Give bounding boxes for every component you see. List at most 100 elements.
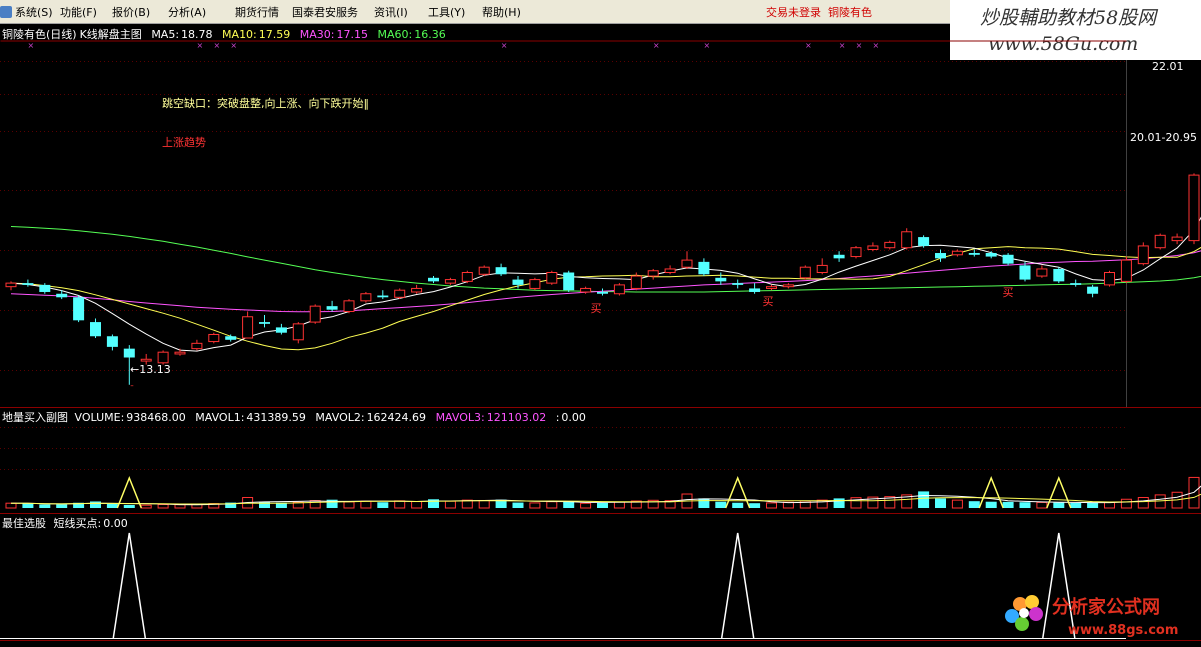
candle-body bbox=[816, 264, 828, 273]
volume-bar bbox=[394, 500, 406, 509]
ma60-label: MA60: bbox=[377, 28, 413, 41]
buy-signal-label-1: 买 bbox=[763, 295, 774, 308]
candle-body bbox=[191, 342, 203, 350]
top-marker: × bbox=[704, 41, 711, 50]
top-marker: × bbox=[197, 41, 204, 50]
volume-bar bbox=[56, 504, 68, 508]
candle-body bbox=[681, 259, 693, 268]
menu-item-label: 报价(B) bbox=[112, 6, 151, 19]
ma30-label: MA30: bbox=[299, 28, 335, 41]
candle-body bbox=[444, 279, 456, 284]
volume-bar bbox=[1137, 497, 1149, 509]
gap-annotation: 跳空缺口：突破盘整,向上涨、向下跌开始‖ bbox=[162, 96, 369, 110]
menu-item-4[interactable]: 期货行情 bbox=[235, 4, 279, 20]
candle-body bbox=[1171, 236, 1183, 242]
candle-body bbox=[1070, 283, 1082, 285]
ma30-value: 17.15 bbox=[336, 28, 368, 41]
candle-body bbox=[833, 254, 845, 259]
ma10-label: MA10: bbox=[222, 28, 257, 41]
candle-body bbox=[968, 253, 980, 255]
volume-bar bbox=[597, 502, 608, 508]
volume-bar bbox=[749, 503, 761, 508]
login-status: 交易未登录 铜陵有色 bbox=[766, 4, 872, 20]
volume-bar bbox=[360, 500, 372, 509]
menu-item-1[interactable]: 功能(F) bbox=[60, 4, 97, 20]
volume-bar bbox=[968, 501, 980, 508]
candle-body bbox=[292, 323, 304, 341]
menu-item-6[interactable]: 资讯(I) bbox=[374, 4, 408, 20]
candle-body bbox=[1036, 268, 1048, 277]
volume-bar bbox=[377, 502, 389, 508]
candle-body bbox=[546, 272, 558, 284]
volume-bar bbox=[563, 501, 575, 508]
signal-spike-1 bbox=[720, 532, 755, 639]
candle-body bbox=[580, 287, 592, 293]
high-price-label: 22.01 bbox=[1152, 60, 1184, 73]
volume-bar bbox=[698, 498, 710, 508]
volume-bar bbox=[833, 498, 845, 508]
candle-body bbox=[90, 322, 101, 337]
ma60-value: 16.36 bbox=[414, 28, 446, 41]
menu-item-0[interactable]: 系统(S) bbox=[0, 4, 53, 20]
volume-bar bbox=[732, 502, 744, 508]
top-marker: × bbox=[873, 41, 880, 50]
volume-bar bbox=[1002, 501, 1014, 508]
volume-bar bbox=[512, 502, 524, 508]
candle-body bbox=[850, 247, 862, 258]
menu-item-2[interactable]: 报价(B) bbox=[112, 4, 150, 20]
mavol1-value: 431389.59 bbox=[246, 411, 306, 424]
candle-body bbox=[428, 277, 439, 282]
gap-range-label: 20.01-20.95 bbox=[1130, 131, 1197, 144]
volume-value: 938468.00 bbox=[126, 411, 186, 424]
top-marker: × bbox=[856, 41, 863, 50]
candle-body bbox=[225, 336, 237, 340]
signal-label: 短线买点: bbox=[53, 517, 102, 530]
candle-body bbox=[512, 279, 524, 285]
menu-item-label: 资讯(I) bbox=[374, 6, 408, 19]
volume-bar bbox=[546, 501, 558, 509]
stock-chart[interactable]: × × × × × × × × × × × 跳空缺口：突破盘整,向上涨、向下跌开始‖ 上涨趋势 ←13.1… bbox=[0, 24, 1201, 647]
candle-body bbox=[1019, 265, 1031, 280]
volume-bar bbox=[985, 501, 997, 508]
candle-body bbox=[1188, 174, 1200, 242]
volume-bar bbox=[478, 499, 490, 509]
mavol3-label: MAVOL3: bbox=[435, 411, 485, 424]
candle-body bbox=[157, 351, 169, 364]
menu-item-label: 国泰君安服务 bbox=[292, 6, 358, 19]
candle-body bbox=[1120, 259, 1132, 282]
volume-bar bbox=[123, 504, 135, 508]
candle-body bbox=[140, 358, 152, 362]
app-icon bbox=[0, 6, 12, 18]
volume-bar bbox=[309, 500, 321, 509]
menu-item-8[interactable]: 帮助(H) bbox=[482, 4, 521, 20]
candle-body bbox=[766, 286, 777, 289]
ma10-value: 17.59 bbox=[258, 28, 291, 41]
watermark-88gs-url: www.88gs.com bbox=[1068, 623, 1178, 638]
candle-body bbox=[732, 283, 744, 285]
volume-bar bbox=[715, 501, 727, 508]
top-marker: × bbox=[805, 41, 812, 50]
menu-item-7[interactable]: 工具(Y) bbox=[428, 4, 465, 20]
candle-body bbox=[867, 245, 879, 250]
signal-panel-title: 最佳选股 bbox=[2, 517, 46, 530]
menu-item-label: 系统(S) bbox=[15, 6, 53, 19]
volume-bar bbox=[22, 503, 34, 508]
extra-label: : bbox=[555, 411, 560, 424]
volume-bar bbox=[140, 504, 152, 509]
top-marker: × bbox=[213, 41, 220, 50]
volume-bar bbox=[1019, 502, 1031, 508]
menu-item-3[interactable]: 分析(A) bbox=[168, 4, 206, 20]
mavol3-value: 121103.02 bbox=[486, 411, 547, 424]
candle-body bbox=[5, 282, 17, 288]
candle-body bbox=[664, 268, 676, 274]
buy-signal-label-0: 买 bbox=[591, 302, 602, 315]
menu-item-5[interactable]: 国泰君安服务 bbox=[292, 4, 358, 20]
candle-body bbox=[478, 266, 490, 275]
candle-body bbox=[529, 279, 541, 289]
candle-body bbox=[106, 336, 118, 347]
candle-body bbox=[884, 241, 896, 249]
candle-body bbox=[613, 284, 625, 295]
candle-body bbox=[343, 300, 355, 312]
stock-name-text: 铜陵有色 bbox=[828, 6, 872, 19]
volume-panel-info: 地量买入副图 VOLUME: 938468.00 MAVOL1: 431389.59… bbox=[2, 409, 592, 425]
